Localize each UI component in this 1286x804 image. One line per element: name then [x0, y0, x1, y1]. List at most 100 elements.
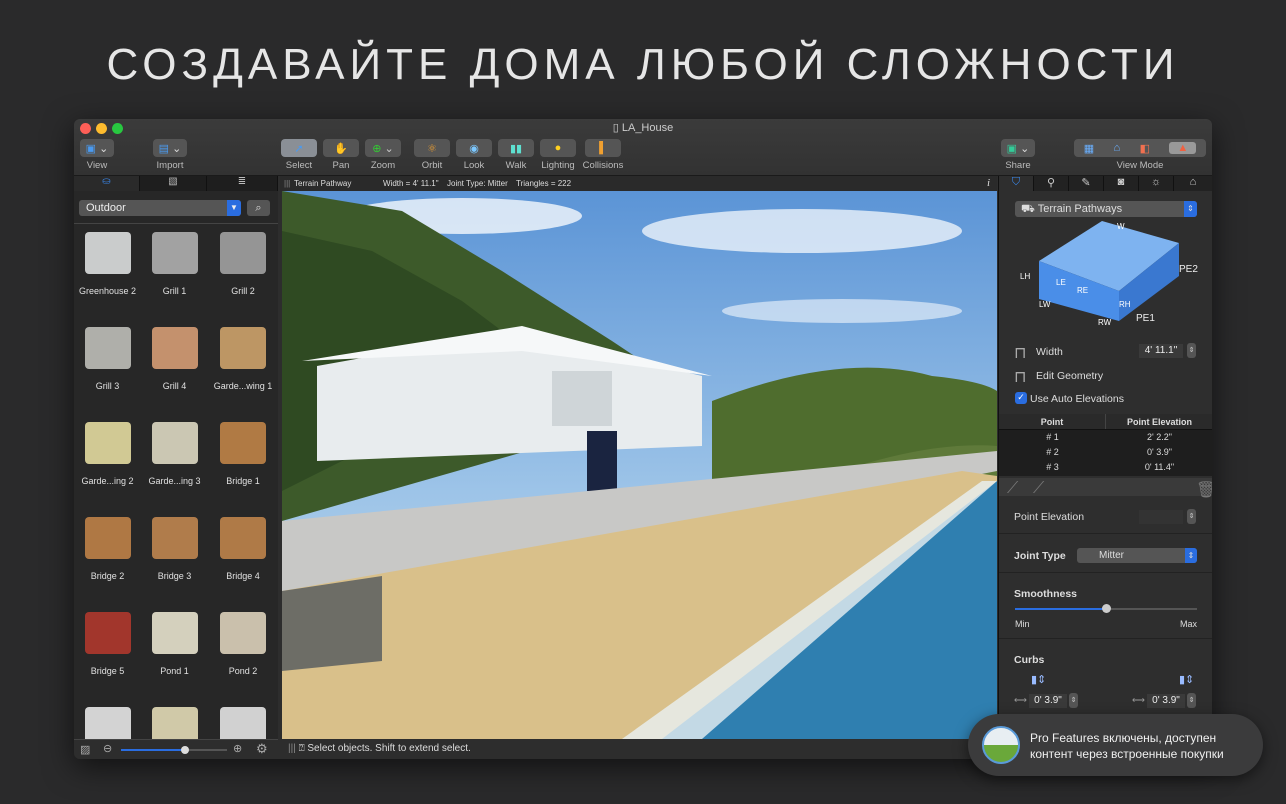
tab-object[interactable]: ⛉ [999, 176, 1034, 191]
right-curb-shape-select[interactable]: ▮⇕ [1179, 673, 1194, 686]
thumbnail-size-slider[interactable] [121, 746, 227, 754]
zoom-in-icon[interactable]: ⊕ [233, 742, 242, 755]
library-item[interactable]: Greenhouse 2 [74, 226, 141, 321]
drag-handle-icon[interactable]: ||| [284, 176, 290, 191]
look-tool[interactable]: ◉ [456, 139, 492, 157]
pro-features-toast[interactable]: Pro Features включены, доступен контент ч… [968, 714, 1263, 776]
zoom-tool[interactable]: ⊕ ⌄ [365, 139, 401, 157]
width-field[interactable]: 4' 11.1" [1139, 344, 1183, 358]
view-mode-segmented[interactable]: ▦ ⌂ ◧ ▲ [1074, 139, 1206, 157]
orbit-tool[interactable]: ⚛ [414, 139, 450, 157]
toast-line1: Pro Features включены, доступен [1030, 731, 1217, 745]
category-select[interactable]: Outdoor ▼ [79, 200, 241, 216]
point-elevation-stepper[interactable]: ⇕ [1187, 509, 1196, 524]
library-item[interactable] [74, 701, 141, 741]
slider-knob[interactable] [1102, 604, 1111, 613]
type-select[interactable]: ⛟ Terrain Pathways ⇕ [1015, 201, 1197, 217]
orbit-icon: ⚛ [427, 142, 437, 155]
smoothness-slider[interactable] [1015, 604, 1197, 613]
library-item[interactable]: Bridge 1 [208, 416, 278, 511]
view-button[interactable]: ▣ ⌄ [80, 139, 114, 157]
library-item[interactable]: Bridge 2 [74, 511, 141, 606]
library-item[interactable]: Grill 2 [208, 226, 278, 321]
zoom-out-icon[interactable]: ⊖ [103, 742, 112, 755]
item-thumbnail [84, 517, 131, 559]
floorplan-3d-icon[interactable]: ⌂ [1114, 142, 1121, 154]
library-item[interactable]: Pond 1 [141, 606, 208, 701]
joint-type-select[interactable]: Mitter ⇕ [1077, 548, 1197, 563]
collisions-tool[interactable]: ▌ [585, 139, 621, 157]
3d-viewport[interactable] [282, 191, 997, 739]
left-curb-stepper[interactable]: ⇕ [1069, 693, 1078, 708]
edit-geometry[interactable]: Edit Geometry [1036, 370, 1103, 382]
object-name: Terrain Pathway [294, 179, 352, 188]
3d-view-icon[interactable]: ▲ [1169, 142, 1197, 154]
slider-knob[interactable] [180, 746, 189, 754]
split-view-icon[interactable]: ◧ [1140, 142, 1150, 155]
floorplan-2d-icon[interactable]: ▦ [1084, 142, 1094, 155]
library-item[interactable]: Grill 1 [141, 226, 208, 321]
library-item[interactable]: Grill 4 [141, 321, 208, 416]
collisions-label: Collisions [582, 160, 624, 171]
library-item[interactable] [141, 701, 208, 741]
tab-camera[interactable]: ◙ [1104, 176, 1139, 191]
library-item[interactable] [208, 701, 278, 741]
walk-tool[interactable]: ▮▮ [498, 139, 534, 157]
col-point-elevation[interactable]: Point Elevation [1106, 414, 1212, 429]
library-item[interactable]: Bridge 4 [208, 511, 278, 606]
tab-list[interactable]: ≣ [207, 176, 278, 191]
walk-label: Walk [505, 160, 527, 171]
share-button[interactable]: ▣ ⌄ [1001, 139, 1035, 157]
pan-tool[interactable]: ✋ [323, 139, 359, 157]
library-item[interactable]: Pond 2 [208, 606, 278, 701]
library-item[interactable]: Grill 3 [74, 321, 141, 416]
tab-materials[interactable]: ▧ [140, 176, 207, 191]
library-item[interactable]: Garde...wing 1 [208, 321, 278, 416]
gear-icon[interactable]: ⚙ [256, 741, 268, 757]
col-point[interactable]: Point [999, 414, 1106, 429]
trash-icon[interactable]: 🗑 [1196, 480, 1212, 500]
select-label: Select [285, 160, 313, 171]
import-icon: ▤ [158, 142, 170, 155]
auto-elevations-checkbox[interactable]: ✓ [1015, 392, 1027, 404]
table-row[interactable]: # 2 0' 3.9" [999, 445, 1212, 460]
search-button[interactable]: ⌕ [247, 200, 270, 216]
lock-icon[interactable]: ⊓ [1014, 343, 1026, 363]
info-icon[interactable]: i [987, 176, 990, 191]
point-elevation-field[interactable] [1139, 510, 1183, 524]
tab-building[interactable]: ⌂ [1174, 176, 1212, 191]
tab-paint[interactable]: ⚲ [1034, 176, 1069, 191]
remove-point-icon[interactable]: ⟋ [1033, 480, 1044, 498]
camera-icon: ◙ [1117, 176, 1125, 188]
item-label: Bridge 2 [90, 571, 125, 581]
add-point-icon[interactable]: ⟋ [1007, 480, 1018, 498]
library-item[interactable]: Garde...ing 3 [141, 416, 208, 511]
zoom-label: Zoom [370, 160, 396, 171]
table-row[interactable]: # 3 0' 11.4" [999, 460, 1212, 475]
library-item[interactable]: Bridge 5 [74, 606, 141, 701]
item-label: Bridge 5 [90, 666, 125, 676]
width-stepper[interactable]: ⇕ [1187, 343, 1196, 358]
tab-furniture[interactable]: ⛀ [74, 176, 140, 191]
right-curb-stepper[interactable]: ⇕ [1187, 693, 1196, 708]
tab-light[interactable]: ☼ [1139, 176, 1174, 191]
lighting-tool[interactable]: ● [540, 139, 576, 157]
lighting-label: Lighting [541, 160, 575, 171]
item-thumbnail [220, 327, 266, 369]
library-item[interactable]: Bridge 3 [141, 511, 208, 606]
select-tool[interactable]: ➚ [281, 139, 317, 157]
right-curb-width-field[interactable]: 0' 3.9" [1147, 694, 1185, 708]
left-curb-shape-select[interactable]: ▮⇕ [1031, 673, 1046, 686]
lock-icon[interactable]: ⊓ [1014, 367, 1026, 387]
scene-render[interactable] [282, 191, 997, 739]
image-icon[interactable]: ▨ [80, 743, 90, 756]
help-icon[interactable]: ⍰ [299, 743, 305, 754]
tab-edit[interactable]: ✎ [1069, 176, 1104, 191]
left-curb-width-field[interactable]: 0' 3.9" [1029, 694, 1067, 708]
import-button[interactable]: ▤ ⌄ [153, 139, 187, 157]
library-item[interactable]: Garde...ing 2 [74, 416, 141, 511]
object-width: Width = 4' 11.1" [383, 179, 439, 188]
table-row[interactable]: # 1 2' 2.2" [999, 430, 1212, 445]
eye-icon: ◉ [469, 142, 479, 155]
drag-handle-icon[interactable]: ||| [288, 743, 296, 754]
